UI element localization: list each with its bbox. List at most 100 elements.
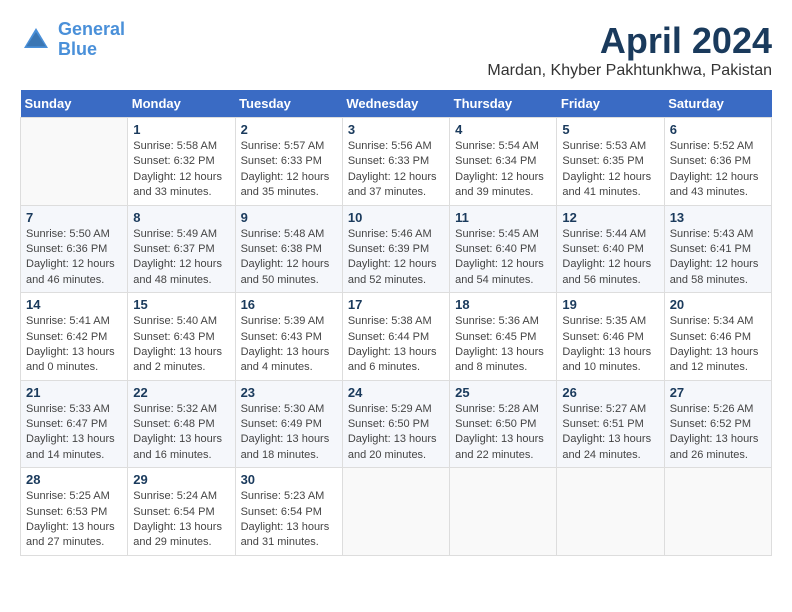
day-number: 18	[455, 297, 551, 312]
day-info: Sunrise: 5:34 AM Sunset: 6:46 PM Dayligh…	[670, 314, 766, 376]
week-row-1: 1 Sunrise: 5:58 AM Sunset: 6:32 PM Daylig…	[21, 118, 772, 206]
day-number: 2	[241, 122, 337, 137]
day-number: 10	[348, 210, 444, 225]
week-row-3: 14 Sunrise: 5:41 AM Sunset: 6:42 PM Dayli…	[21, 293, 772, 381]
day-number: 23	[241, 385, 337, 400]
day-info: Sunrise: 5:50 AM Sunset: 6:36 PM Dayligh…	[26, 227, 122, 289]
calendar-cell	[450, 468, 557, 556]
calendar-cell: 12Sunrise: 5:44 AM Sunset: 6:40 PM Dayli…	[557, 205, 664, 293]
day-info: Sunrise: 5:30 AM Sunset: 6:49 PM Dayligh…	[241, 402, 337, 464]
month-title: April 2024	[487, 20, 772, 62]
day-info: Sunrise: 5:26 AM Sunset: 6:52 PM Dayligh…	[670, 402, 766, 464]
day-info: Sunrise: 5:57 AM Sunset: 6:33 PM Dayligh…	[241, 139, 337, 201]
calendar-cell: 11 Sunrise: 5:45 AM Sunset: 6:40 PM Dayli…	[450, 205, 557, 293]
calendar-cell: 13 Sunrise: 5:43 AM Sunset: 6:41 PM Dayli…	[664, 205, 771, 293]
day-number: 24	[348, 385, 444, 400]
day-number: 20	[670, 297, 766, 312]
calendar-cell: 25 Sunrise: 5:28 AM Sunset: 6:50 PM Dayli…	[450, 380, 557, 468]
day-info: Sunrise: 5:45 AM Sunset: 6:40 PM Dayligh…	[455, 227, 551, 289]
day-number: 11	[455, 210, 551, 225]
day-number: 16	[241, 297, 337, 312]
day-info: Sunrise: 5:23 AM Sunset: 6:54 PM Dayligh…	[241, 489, 337, 551]
day-number: 5	[562, 122, 658, 137]
calendar-cell: 3 Sunrise: 5:56 AM Sunset: 6:33 PM Daylig…	[342, 118, 449, 206]
day-info: Sunrise: 5:25 AM Sunset: 6:53 PM Dayligh…	[26, 489, 122, 551]
calendar-cell: 1 Sunrise: 5:58 AM Sunset: 6:32 PM Daylig…	[128, 118, 235, 206]
logo-icon	[20, 24, 52, 56]
day-number: 7	[26, 210, 122, 225]
day-number: 13	[670, 210, 766, 225]
day-info: Sunrise: 5:49 AM Sunset: 6:37 PM Dayligh…	[133, 227, 229, 289]
calendar-cell	[557, 468, 664, 556]
calendar-cell: 22 Sunrise: 5:32 AM Sunset: 6:48 PM Dayli…	[128, 380, 235, 468]
day-info: Sunrise: 5:58 AM Sunset: 6:32 PM Dayligh…	[133, 139, 229, 201]
day-number: 22	[133, 385, 229, 400]
calendar-cell: 2 Sunrise: 5:57 AM Sunset: 6:33 PM Daylig…	[235, 118, 342, 206]
calendar-cell: 30 Sunrise: 5:23 AM Sunset: 6:54 PM Dayli…	[235, 468, 342, 556]
calendar-cell: 16 Sunrise: 5:39 AM Sunset: 6:43 PM Dayli…	[235, 293, 342, 381]
day-number: 8	[133, 210, 229, 225]
calendar-cell: 19 Sunrise: 5:35 AM Sunset: 6:46 PM Dayli…	[557, 293, 664, 381]
day-number: 29	[133, 472, 229, 487]
day-number: 1	[133, 122, 229, 137]
day-info: Sunrise: 5:35 AM Sunset: 6:46 PM Dayligh…	[562, 314, 658, 376]
day-header-thursday: Thursday	[450, 90, 557, 118]
day-number: 14	[26, 297, 122, 312]
day-number: 6	[670, 122, 766, 137]
day-info: Sunrise: 5:38 AM Sunset: 6:44 PM Dayligh…	[348, 314, 444, 376]
day-number: 27	[670, 385, 766, 400]
calendar-cell: 17 Sunrise: 5:38 AM Sunset: 6:44 PM Dayli…	[342, 293, 449, 381]
day-info: Sunrise: 5:44 AM Sunset: 6:40 PM Dayligh…	[562, 227, 658, 289]
day-number: 17	[348, 297, 444, 312]
day-number: 15	[133, 297, 229, 312]
location: Mardan, Khyber Pakhtunkhwa, Pakistan	[487, 62, 772, 80]
day-info: Sunrise: 5:33 AM Sunset: 6:47 PM Dayligh…	[26, 402, 122, 464]
calendar-cell: 10Sunrise: 5:46 AM Sunset: 6:39 PM Dayli…	[342, 205, 449, 293]
logo-text: General Blue	[58, 20, 125, 60]
day-header-sunday: Sunday	[21, 90, 128, 118]
day-info: Sunrise: 5:53 AM Sunset: 6:35 PM Dayligh…	[562, 139, 658, 201]
day-header-monday: Monday	[128, 90, 235, 118]
calendar-cell: 9 Sunrise: 5:48 AM Sunset: 6:38 PM Daylig…	[235, 205, 342, 293]
day-info: Sunrise: 5:36 AM Sunset: 6:45 PM Dayligh…	[455, 314, 551, 376]
day-info: Sunrise: 5:24 AM Sunset: 6:54 PM Dayligh…	[133, 489, 229, 551]
day-info: Sunrise: 5:39 AM Sunset: 6:43 PM Dayligh…	[241, 314, 337, 376]
day-number: 30	[241, 472, 337, 487]
calendar-cell: 18 Sunrise: 5:36 AM Sunset: 6:45 PM Dayli…	[450, 293, 557, 381]
title-section: April 2024 Mardan, Khyber Pakhtunkhwa, P…	[487, 20, 772, 80]
day-info: Sunrise: 5:29 AM Sunset: 6:50 PM Dayligh…	[348, 402, 444, 464]
week-row-5: 28Sunrise: 5:25 AM Sunset: 6:53 PM Dayli…	[21, 468, 772, 556]
calendar-cell: 8 Sunrise: 5:49 AM Sunset: 6:37 PM Daylig…	[128, 205, 235, 293]
calendar-cell: 4Sunrise: 5:54 AM Sunset: 6:34 PM Daylig…	[450, 118, 557, 206]
calendar-cell: 14 Sunrise: 5:41 AM Sunset: 6:42 PM Dayli…	[21, 293, 128, 381]
day-number: 25	[455, 385, 551, 400]
calendar-cell: 15Sunrise: 5:40 AM Sunset: 6:43 PM Dayli…	[128, 293, 235, 381]
day-info: Sunrise: 5:43 AM Sunset: 6:41 PM Dayligh…	[670, 227, 766, 289]
day-info: Sunrise: 5:52 AM Sunset: 6:36 PM Dayligh…	[670, 139, 766, 201]
day-info: Sunrise: 5:32 AM Sunset: 6:48 PM Dayligh…	[133, 402, 229, 464]
calendar-cell: 23 Sunrise: 5:30 AM Sunset: 6:49 PM Dayli…	[235, 380, 342, 468]
day-info: Sunrise: 5:48 AM Sunset: 6:38 PM Dayligh…	[241, 227, 337, 289]
calendar-cell: 20 Sunrise: 5:34 AM Sunset: 6:46 PM Dayli…	[664, 293, 771, 381]
day-number: 26	[562, 385, 658, 400]
day-info: Sunrise: 5:28 AM Sunset: 6:50 PM Dayligh…	[455, 402, 551, 464]
calendar-cell: 21Sunrise: 5:33 AM Sunset: 6:47 PM Dayli…	[21, 380, 128, 468]
day-number: 19	[562, 297, 658, 312]
week-row-4: 21Sunrise: 5:33 AM Sunset: 6:47 PM Dayli…	[21, 380, 772, 468]
day-info: Sunrise: 5:56 AM Sunset: 6:33 PM Dayligh…	[348, 139, 444, 201]
day-header-friday: Friday	[557, 90, 664, 118]
day-number: 9	[241, 210, 337, 225]
day-info: Sunrise: 5:27 AM Sunset: 6:51 PM Dayligh…	[562, 402, 658, 464]
calendar-cell: 6 Sunrise: 5:52 AM Sunset: 6:36 PM Daylig…	[664, 118, 771, 206]
day-header-saturday: Saturday	[664, 90, 771, 118]
day-info: Sunrise: 5:54 AM Sunset: 6:34 PM Dayligh…	[455, 139, 551, 201]
calendar-cell	[664, 468, 771, 556]
day-info: Sunrise: 5:41 AM Sunset: 6:42 PM Dayligh…	[26, 314, 122, 376]
calendar-cell: 5 Sunrise: 5:53 AM Sunset: 6:35 PM Daylig…	[557, 118, 664, 206]
day-header-wednesday: Wednesday	[342, 90, 449, 118]
calendar-cell: 27 Sunrise: 5:26 AM Sunset: 6:52 PM Dayli…	[664, 380, 771, 468]
calendar-cell: 29 Sunrise: 5:24 AM Sunset: 6:54 PM Dayli…	[128, 468, 235, 556]
calendar-cell: 7 Sunrise: 5:50 AM Sunset: 6:36 PM Daylig…	[21, 205, 128, 293]
calendar-cell: 24 Sunrise: 5:29 AM Sunset: 6:50 PM Dayli…	[342, 380, 449, 468]
day-number: 3	[348, 122, 444, 137]
